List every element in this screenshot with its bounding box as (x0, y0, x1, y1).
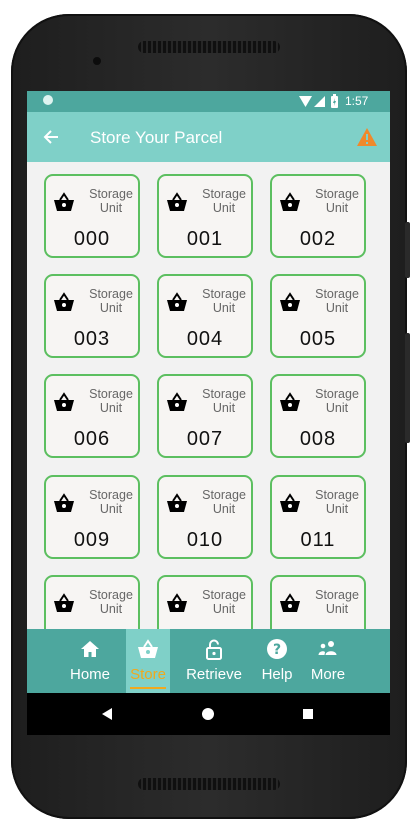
battery-icon (331, 94, 338, 108)
power-button[interactable] (405, 222, 410, 278)
nav-store[interactable]: Store (126, 629, 170, 693)
top-speaker (138, 41, 280, 53)
basket-icon (54, 493, 74, 512)
unit-label: Storage Unit (315, 287, 359, 315)
unit-number: 005 (299, 328, 337, 350)
unit-label: Storage Unit (89, 187, 133, 215)
basket-icon (54, 192, 74, 211)
storage-unit-card[interactable]: Storage Unit 007 (157, 374, 253, 458)
storage-unit-card[interactable]: Storage Unit 005 (270, 274, 366, 358)
nav-home[interactable]: Home (63, 629, 117, 693)
storage-unit-card[interactable]: Storage Unit (157, 575, 253, 629)
storage-unit-grid: Storage Unit 000 Storage Unit 001 Storag… (27, 162, 390, 629)
active-indicator (130, 687, 166, 689)
storage-unit-card[interactable]: Storage Unit 008 (270, 374, 366, 458)
unit-label: Storage Unit (202, 187, 246, 215)
notification-dot-icon (43, 95, 53, 105)
help-icon: ? (267, 639, 287, 659)
arrow-back-icon[interactable] (43, 129, 59, 145)
front-camera (93, 57, 101, 65)
unit-label: Storage Unit (89, 287, 133, 315)
status-bar: 1:57 (27, 91, 390, 112)
unit-label: Storage Unit (315, 588, 359, 616)
page-title: Store Your Parcel (90, 128, 223, 147)
nav-more[interactable]: More (306, 629, 350, 693)
unit-number: 001 (186, 228, 224, 250)
storage-unit-card[interactable]: Storage Unit 009 (44, 475, 140, 559)
home-icon (81, 641, 99, 657)
nav-retrieve-label: Retrieve (186, 666, 242, 683)
unit-number: 006 (73, 428, 111, 450)
recents-square-icon[interactable] (303, 709, 313, 719)
unit-label: Storage Unit (202, 588, 246, 616)
unit-label: Storage Unit (202, 488, 246, 516)
basket-icon (167, 593, 187, 612)
unit-label: Storage Unit (315, 488, 359, 516)
storage-unit-card[interactable]: Storage Unit 011 (270, 475, 366, 559)
home-circle-icon[interactable] (202, 708, 214, 720)
basket-icon (280, 493, 300, 512)
basket-icon (138, 639, 158, 658)
basket-icon (167, 392, 187, 411)
basket-icon (280, 292, 300, 311)
unit-number: 011 (300, 529, 336, 551)
unit-label: Storage Unit (315, 387, 359, 415)
storage-unit-card[interactable]: Storage Unit 006 (44, 374, 140, 458)
basket-icon (280, 593, 300, 612)
unit-number: 007 (186, 428, 224, 450)
basket-icon (167, 292, 187, 311)
nav-retrieve[interactable]: Retrieve (182, 629, 246, 693)
basket-icon (280, 392, 300, 411)
signal-icon (314, 96, 325, 107)
basket-icon (54, 392, 74, 411)
unlock-icon (206, 639, 222, 660)
status-time: 1:57 (345, 94, 369, 108)
unit-number: 008 (299, 428, 337, 450)
app-bar: Store Your Parcel (27, 112, 390, 162)
volume-button[interactable] (405, 333, 410, 443)
unit-label: Storage Unit (202, 287, 246, 315)
unit-label: Storage Unit (89, 387, 133, 415)
nav-store-label: Store (130, 666, 166, 683)
unit-number: 004 (186, 328, 224, 350)
storage-unit-card[interactable]: Storage Unit (270, 575, 366, 629)
screen: 1:57 Store Your Parcel Storage Unit 000 … (27, 91, 390, 735)
storage-unit-card[interactable]: Storage Unit 003 (44, 274, 140, 358)
unit-label: Storage Unit (89, 588, 133, 616)
storage-unit-card[interactable]: Storage Unit 000 (44, 174, 140, 258)
storage-unit-card[interactable]: Storage Unit 004 (157, 274, 253, 358)
nav-help-label: Help (261, 666, 293, 683)
storage-unit-card[interactable]: Storage Unit (44, 575, 140, 629)
storage-unit-card[interactable]: Storage Unit 002 (270, 174, 366, 258)
wifi-icon (299, 96, 312, 107)
bottom-speaker (138, 778, 280, 790)
basket-icon (54, 593, 74, 612)
storage-unit-card[interactable]: Storage Unit 010 (157, 475, 253, 559)
storage-unit-card[interactable]: Storage Unit 001 (157, 174, 253, 258)
basket-icon (167, 192, 187, 211)
system-nav-bar (27, 693, 390, 735)
unit-number: 000 (73, 228, 111, 250)
basket-icon (280, 192, 300, 211)
nav-more-label: More (310, 666, 346, 683)
warning-icon[interactable] (356, 127, 378, 147)
unit-label: Storage Unit (315, 187, 359, 215)
people-icon (318, 641, 337, 655)
unit-label: Storage Unit (89, 488, 133, 516)
unit-number: 009 (73, 529, 111, 551)
bottom-nav: Home Store Retrieve ? Help More (27, 629, 390, 693)
svg-text:?: ? (273, 642, 281, 658)
nav-home-label: Home (69, 666, 110, 683)
unit-number: 002 (299, 228, 337, 250)
basket-icon (167, 493, 187, 512)
back-triangle-icon[interactable] (102, 708, 112, 720)
unit-number: 003 (73, 328, 111, 350)
unit-label: Storage Unit (202, 387, 246, 415)
unit-number: 010 (186, 529, 224, 551)
nav-help[interactable]: ? Help (254, 629, 300, 693)
basket-icon (54, 292, 74, 311)
